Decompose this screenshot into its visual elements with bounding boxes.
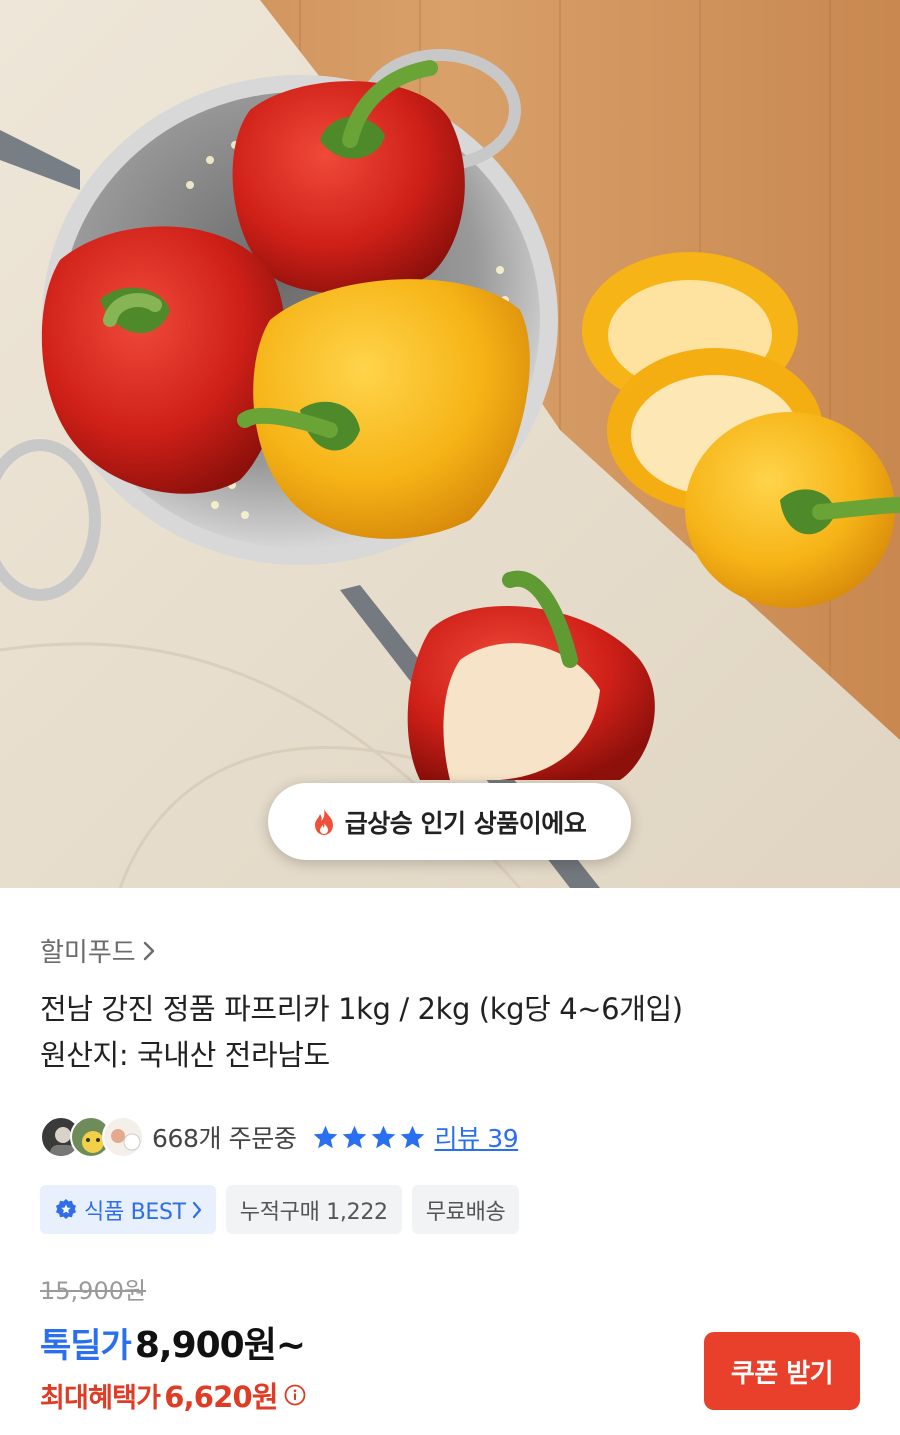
product-title-line1: 전남 강진 정품 파프리카 1kg / 2kg (kg당 4~6개입)	[40, 992, 683, 1026]
chevron-right-icon	[143, 941, 154, 960]
product-origin: 원산지: 국내산 전라남도	[40, 1038, 330, 1072]
deal-price: 8,900원~	[134, 1325, 306, 1366]
seller-link[interactable]: 할미푸드	[40, 932, 156, 969]
seller-name: 할미푸드	[40, 938, 136, 968]
star-icon	[401, 1125, 425, 1148]
get-coupon-button[interactable]: 쿠폰 받기	[704, 1332, 860, 1410]
flame-icon	[314, 808, 333, 835]
product-image[interactable]: 급상승 인기 상품이에요	[0, 0, 900, 888]
free-shipping-chip: 무료배송	[411, 1185, 520, 1234]
buyer-avatars	[40, 1116, 144, 1158]
product-title: 전남 강진 정품 파프리카 1kg / 2kg (kg당 4~6개입) 원산지:…	[40, 986, 860, 1078]
category-best-label: 식품 BEST	[84, 1199, 186, 1225]
order-count: 668개 주문중	[152, 1124, 297, 1153]
star-icon	[372, 1125, 396, 1148]
product-chips: 식품 BEST 누적구매 1,222 무료배송	[40, 1185, 520, 1234]
max-benefit-price: 6,620원	[164, 1380, 278, 1414]
avatar	[102, 1116, 144, 1158]
deal-label: 톡딜가	[40, 1326, 132, 1366]
max-benefit-label: 최대혜택가	[40, 1382, 161, 1414]
deal-price-row: 톡딜가 8,900원~	[40, 1316, 306, 1368]
trending-badge: 급상승 인기 상품이에요	[268, 783, 631, 860]
social-proof-row: 668개 주문중 리뷰 39	[40, 1116, 519, 1158]
original-price: 15,900원	[40, 1277, 147, 1305]
trending-badge-text: 급상승 인기 상품이에요	[344, 808, 587, 838]
badge-star-icon	[56, 1198, 76, 1219]
chevron-right-icon	[192, 1201, 201, 1218]
rating-stars	[312, 1124, 426, 1151]
product-info: 할미푸드 전남 강진 정품 파프리카 1kg / 2kg (kg당 4~6개입)…	[0, 888, 900, 1435]
max-benefit-row[interactable]: 최대혜택가 6,620원	[40, 1374, 306, 1416]
product-photo	[0, 0, 900, 888]
star-icon	[343, 1125, 367, 1148]
star-icon	[314, 1125, 338, 1148]
cumulative-purchase-chip: 누적구매 1,222	[225, 1185, 402, 1234]
info-icon[interactable]	[284, 1384, 306, 1406]
category-best-chip[interactable]: 식품 BEST	[40, 1185, 216, 1234]
review-link[interactable]: 리뷰 39	[434, 1119, 518, 1155]
